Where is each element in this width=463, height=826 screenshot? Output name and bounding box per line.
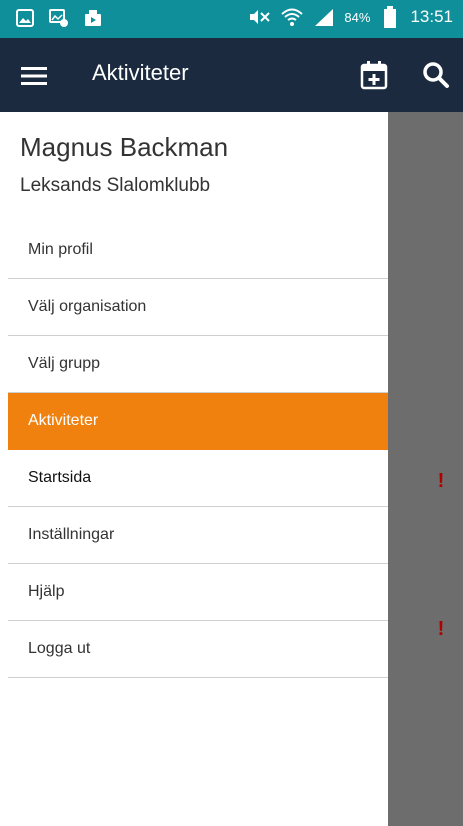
signal-icon bbox=[312, 5, 336, 29]
drawer-item-label: Välj organisation bbox=[28, 298, 147, 315]
alert-mark: ! bbox=[437, 618, 445, 640]
status-system: 84% 13:51 bbox=[248, 5, 453, 29]
drawer-item-label: Startsida bbox=[28, 469, 92, 486]
navigation-drawer: Magnus Backman Leksands Slalomklubb Min … bbox=[0, 112, 388, 826]
screen: 84% 13:51 Aktiviteter ! ! Magnus Backman… bbox=[0, 0, 463, 826]
gallery-icon bbox=[14, 7, 36, 29]
calendar-add-icon[interactable] bbox=[352, 53, 396, 97]
battery-percentage: 84% bbox=[344, 9, 371, 25]
clock: 13:51 bbox=[410, 7, 453, 26]
drawer-item-aktiviteter[interactable]: Aktiviteter bbox=[8, 393, 388, 450]
hamburger-menu-icon[interactable] bbox=[12, 54, 56, 98]
drawer-item-label: Välj grupp bbox=[28, 355, 101, 372]
drawer-item-hjalp[interactable]: Hjälp bbox=[8, 564, 388, 621]
status-bar: 84% 13:51 bbox=[0, 0, 463, 38]
alert-mark: ! bbox=[437, 470, 445, 492]
drawer-item-label: Aktiviteter bbox=[28, 412, 99, 429]
user-name: Magnus Backman bbox=[20, 132, 229, 162]
drawer-scrim[interactable] bbox=[388, 112, 463, 826]
video-icon bbox=[82, 7, 104, 29]
drawer-menu: Min profil Välj organisation Välj grupp … bbox=[8, 222, 388, 678]
drawer-item-label: Hjälp bbox=[28, 583, 65, 600]
drawer-item-label: Inställningar bbox=[28, 526, 115, 543]
status-notifications bbox=[14, 7, 104, 29]
club-name: Leksands Slalomklubb bbox=[20, 175, 211, 196]
battery-icon bbox=[378, 5, 402, 29]
drawer-item-valj-organisation[interactable]: Välj organisation bbox=[8, 279, 388, 336]
drawer-item-startsida[interactable]: Startsida bbox=[8, 450, 388, 507]
drawer-header: Magnus Backman Leksands Slalomklubb bbox=[20, 132, 380, 198]
drawer-item-min-profil[interactable]: Min profil bbox=[8, 222, 388, 279]
screenshot-icon bbox=[48, 7, 70, 29]
page-title: Aktiviteter bbox=[92, 60, 189, 85]
drawer-item-installningar[interactable]: Inställningar bbox=[8, 507, 388, 564]
drawer-item-valj-grupp[interactable]: Välj grupp bbox=[8, 336, 388, 393]
app-bar: Aktiviteter bbox=[0, 38, 463, 112]
mute-icon bbox=[248, 5, 272, 29]
drawer-item-logga-ut[interactable]: Logga ut bbox=[8, 621, 388, 678]
drawer-item-label: Min profil bbox=[28, 241, 93, 258]
search-icon[interactable] bbox=[414, 53, 458, 97]
drawer-item-label: Logga ut bbox=[28, 640, 91, 657]
wifi-icon bbox=[280, 5, 304, 29]
